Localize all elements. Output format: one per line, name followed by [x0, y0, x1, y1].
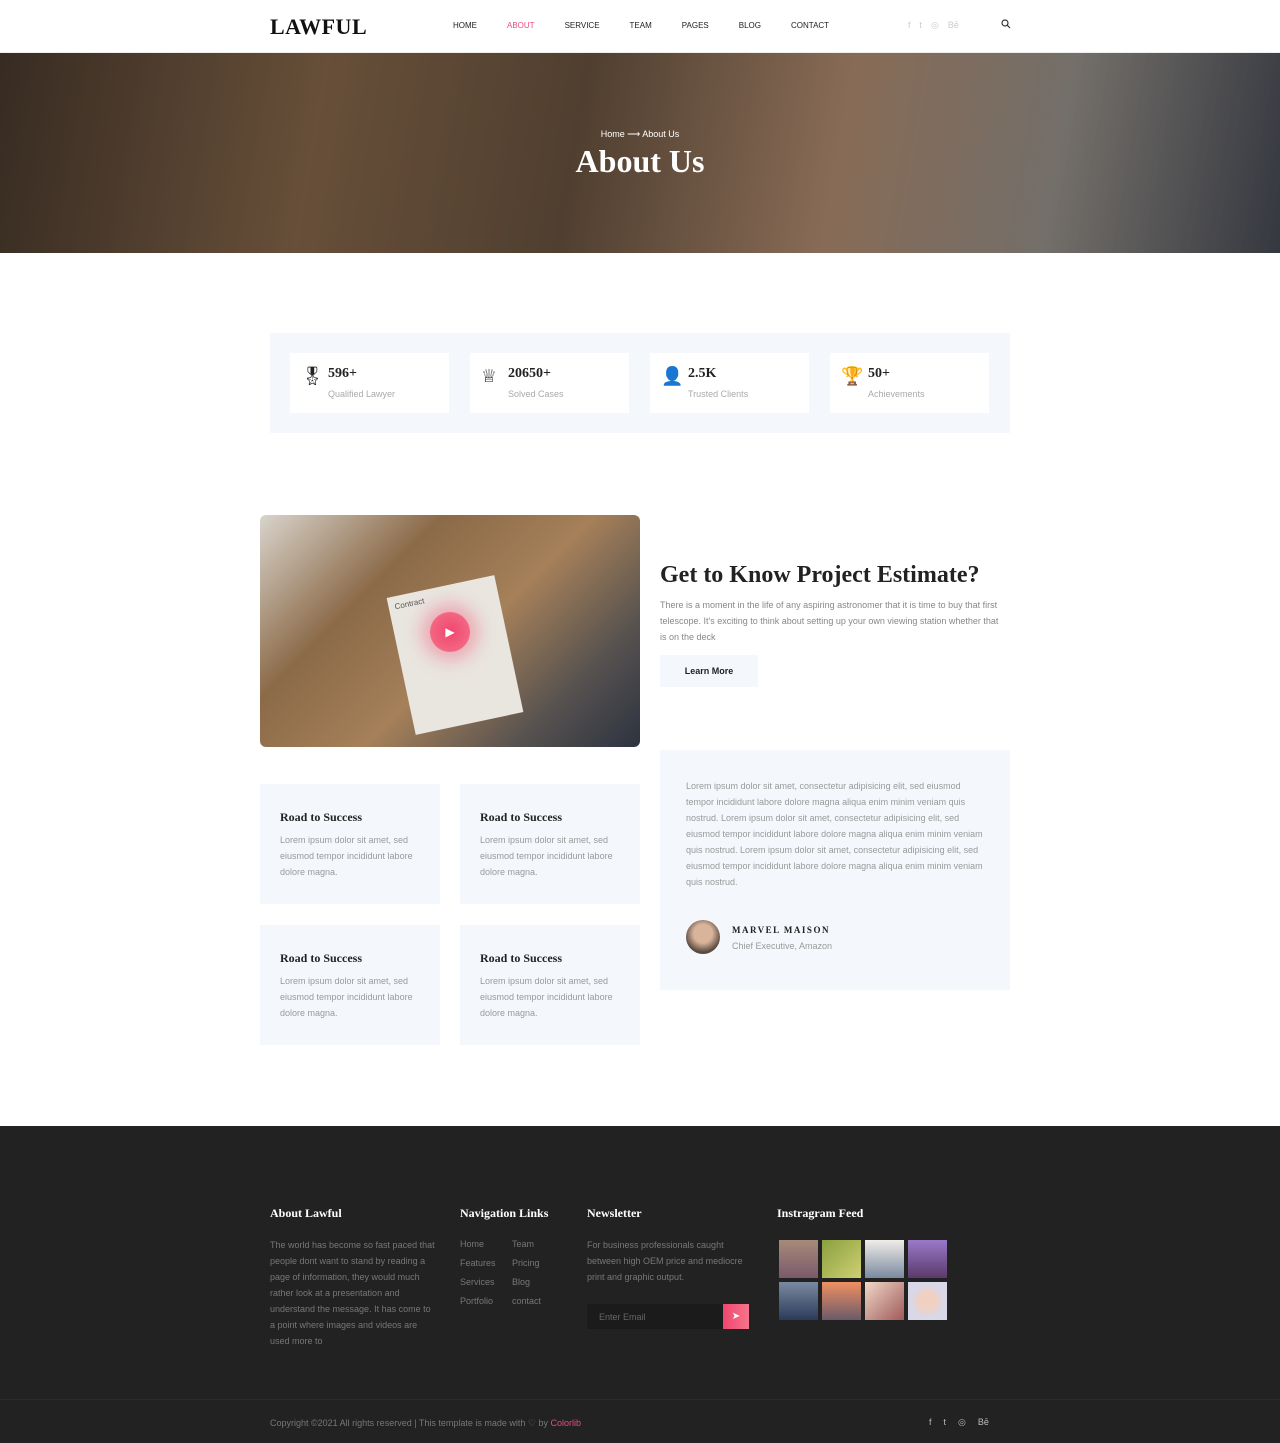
footer-about-title: About Lawful — [270, 1206, 342, 1220]
testimonial: Lorem ipsum dolor sit amet, consectetur … — [660, 750, 1010, 990]
search-icon[interactable] — [1001, 19, 1011, 32]
facebook-icon[interactable]: f — [929, 1417, 932, 1428]
stat-value: 50+ — [868, 366, 890, 381]
footer-link-blog[interactable]: Blog — [512, 1277, 562, 1287]
nav-blog[interactable]: BLOG — [739, 21, 761, 30]
stat-card: ♕ 20650+ Solved Cases — [470, 353, 629, 413]
stat-label: Achievements — [868, 389, 925, 399]
nav-home[interactable]: HOME — [453, 21, 477, 30]
breadcrumb-home[interactable]: Home — [601, 129, 625, 139]
twitter-icon[interactable]: t — [944, 1417, 947, 1428]
behance-icon[interactable]: Bē — [978, 1417, 989, 1428]
card-text: Lorem ipsum dolor sit amet, sed eiusmod … — [280, 835, 413, 877]
nav-pages[interactable]: PAGES — [682, 21, 709, 30]
stat-value: 20650+ — [508, 366, 551, 381]
feature-card: Road to Success Lorem ipsum dolor sit ame… — [460, 925, 640, 1045]
dribbble-icon[interactable]: ◎ — [931, 20, 939, 31]
contract-label: Contract — [393, 596, 426, 612]
stat-card: 🏆 50+ Achievements — [830, 353, 989, 413]
send-icon[interactable]: ➤ — [723, 1304, 749, 1329]
stat-label: Trusted Clients — [688, 389, 749, 399]
instagram-image[interactable] — [779, 1282, 818, 1320]
footer-link-features[interactable]: Features — [460, 1258, 512, 1268]
card-title: Road to Success — [480, 810, 563, 824]
instagram-image[interactable] — [908, 1240, 947, 1278]
newsletter-title: Newsletter — [587, 1206, 642, 1220]
card-text: Lorem ipsum dolor sit amet, sed eiusmod … — [280, 976, 413, 1018]
instagram-grid — [779, 1240, 947, 1320]
section-text: There is a moment in the life of any asp… — [660, 600, 999, 642]
footer-link-pricing[interactable]: Pricing — [512, 1258, 562, 1268]
footer-divider — [0, 1399, 1280, 1400]
card-title: Road to Success — [280, 951, 363, 965]
nav-contact[interactable]: CONTACT — [791, 21, 829, 30]
email-input[interactable]: Enter Email — [587, 1304, 723, 1329]
instagram-image[interactable] — [865, 1282, 904, 1320]
instagram-image[interactable] — [865, 1240, 904, 1278]
arrow-right-icon: ⟶ — [627, 129, 641, 139]
instagram-image[interactable] — [908, 1282, 947, 1320]
main-nav: HOME ABOUT SERVICE TEAM PAGES BLOG CONTA… — [453, 21, 859, 30]
footer-nav-title: Navigation Links — [460, 1206, 549, 1220]
stat-card: 🎖 596+ Qualified Lawyer — [290, 353, 449, 413]
header-social: f t ◎ Bē — [908, 20, 959, 31]
feature-card: Road to Success Lorem ipsum dolor sit ame… — [260, 925, 440, 1045]
page-title: About Us — [575, 143, 705, 179]
card-title: Road to Success — [280, 810, 363, 824]
twitter-icon[interactable]: t — [920, 20, 923, 31]
award-icon: 🎖 — [301, 366, 324, 386]
stat-card: 👤 2.5K Trusted Clients — [650, 353, 809, 413]
video-thumbnail[interactable]: Contract ▶ — [260, 515, 640, 747]
breadcrumb-current: About Us — [642, 129, 680, 139]
learn-more-button[interactable]: Learn More — [660, 655, 758, 687]
colorlib-link[interactable]: Colorlib — [551, 1418, 582, 1428]
stat-label: Solved Cases — [508, 389, 564, 399]
user-icon: 👤 — [661, 366, 684, 386]
copyright-text: Copyright ©2021 All rights reserved | Th… — [270, 1418, 551, 1428]
footer-link-team[interactable]: Team — [512, 1239, 562, 1249]
testimonial-name: MARVEL MAISON — [732, 925, 830, 935]
testimonial-role: Chief Executive, Amazon — [732, 941, 833, 951]
dribbble-icon[interactable]: ◎ — [958, 1417, 966, 1428]
site-header: LAWFUL HOME ABOUT SERVICE TEAM PAGES BLO… — [0, 0, 1280, 53]
instagram-image[interactable] — [822, 1240, 861, 1278]
card-text: Lorem ipsum dolor sit amet, sed eiusmod … — [480, 835, 613, 877]
instagram-image[interactable] — [822, 1282, 861, 1320]
footer-nav: Home Team Features Pricing Services Blog… — [460, 1239, 562, 1306]
nav-team[interactable]: TEAM — [630, 21, 652, 30]
nav-about[interactable]: ABOUT — [507, 21, 535, 30]
footer-link-home[interactable]: Home — [460, 1239, 512, 1249]
nav-service[interactable]: SERVICE — [565, 21, 600, 30]
breadcrumb: Home ⟶ About Us — [0, 129, 1280, 140]
trophy-icon: 🏆 — [841, 366, 864, 386]
feature-card: Road to Success Lorem ipsum dolor sit ame… — [260, 784, 440, 904]
footer-social: f t ◎ Bē — [929, 1417, 989, 1428]
crown-icon: ♕ — [481, 366, 498, 386]
footer-link-contact[interactable]: contact — [512, 1296, 562, 1306]
stat-value: 596+ — [328, 366, 357, 381]
feature-card: Road to Success Lorem ipsum dolor sit ame… — [460, 784, 640, 904]
instagram-title: Instragram Feed — [777, 1206, 864, 1220]
footer-about-text: The world has become so fast paced that … — [270, 1240, 435, 1346]
instagram-image[interactable] — [779, 1240, 818, 1278]
behance-icon[interactable]: Bē — [948, 20, 959, 31]
card-title: Road to Success — [480, 951, 563, 965]
avatar — [686, 920, 720, 954]
section-title: Get to Know Project Estimate? — [660, 562, 980, 588]
card-text: Lorem ipsum dolor sit amet, sed eiusmod … — [480, 976, 613, 1018]
logo[interactable]: LAWFUL — [270, 14, 367, 40]
footer-link-portfolio[interactable]: Portfolio — [460, 1296, 512, 1306]
newsletter-text: For business professionals caught betwee… — [587, 1240, 743, 1282]
testimonial-text: Lorem ipsum dolor sit amet, consectetur … — [686, 781, 983, 887]
facebook-icon[interactable]: f — [908, 20, 911, 31]
play-icon[interactable]: ▶ — [430, 612, 470, 652]
copyright: Copyright ©2021 All rights reserved | Th… — [270, 1418, 581, 1429]
footer-link-services[interactable]: Services — [460, 1277, 512, 1287]
stats-section: 🎖 596+ Qualified Lawyer ♕ 20650+ Solved … — [270, 333, 1010, 433]
stat-value: 2.5K — [688, 366, 717, 381]
stat-label: Qualified Lawyer — [328, 389, 396, 399]
contract-paper: Contract — [386, 575, 524, 735]
site-footer: About Lawful The world has become so fas… — [0, 1126, 1280, 1443]
